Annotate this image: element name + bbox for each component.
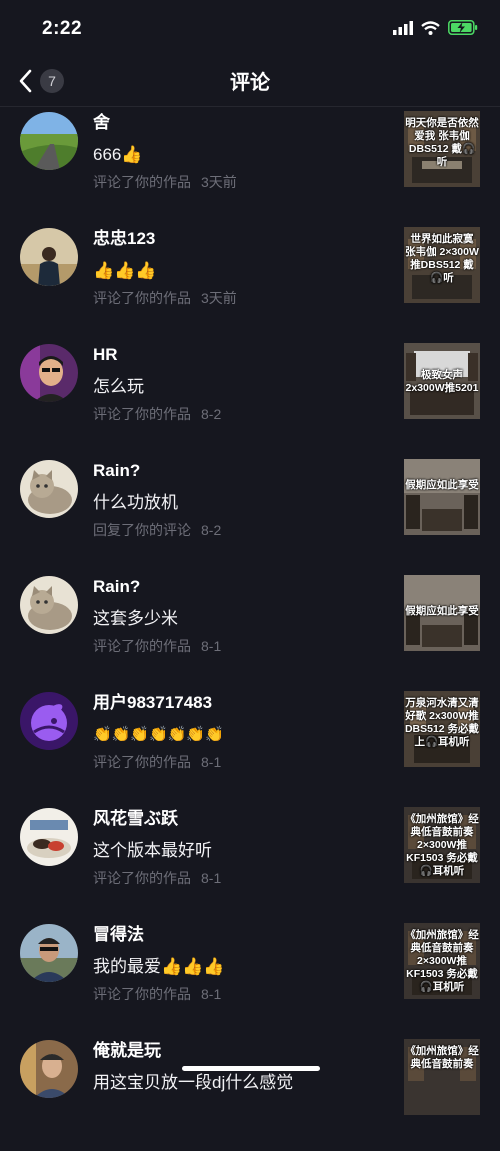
thumbnail-caption: 明天你是否依然爱我 张韦伽 DBS512 戴🎧听 bbox=[405, 117, 479, 168]
signal-icon bbox=[393, 20, 413, 35]
commenter-name[interactable]: Rain? bbox=[93, 459, 383, 483]
commenter-name[interactable]: 用户983717483 bbox=[93, 691, 383, 715]
cat-avatar[interactable] bbox=[20, 576, 78, 634]
video-thumbnail[interactable]: 《加州旅馆》经典低音鼓前奏 2×300W推KF1503 务必戴🎧耳机听 bbox=[404, 807, 480, 883]
thumbnail-caption: 世界如此寂寞 张韦伽 2×300W推DBS512 戴🎧听 bbox=[405, 233, 479, 284]
comment-time: 3天前 bbox=[201, 290, 237, 306]
comment-action: 回复了你的评论 bbox=[93, 522, 191, 538]
list-item[interactable]: 忠忠123 👍👍👍 评论了你的作品 3天前 世界如此寂寞 张韦伽 2×300W推D… bbox=[0, 223, 500, 339]
commenter-name[interactable]: Rain? bbox=[93, 575, 383, 599]
comment-meta: 评论了你的作品 8-1 bbox=[93, 984, 383, 1004]
comment-time: 8-1 bbox=[201, 754, 222, 770]
comment-time: 8-1 bbox=[201, 870, 222, 886]
comment-texts: 冒得法 我的最爱👍👍👍 评论了你的作品 8-1 bbox=[93, 923, 383, 1004]
list-item[interactable]: Rain? 什么功放机 回复了你的评论 8-2 假期应如此享受 bbox=[0, 455, 500, 571]
wifi-icon bbox=[421, 20, 440, 35]
list-item[interactable]: 俺就是玩 用这宝贝放一段dj什么感觉 《加州旅馆》经典低音鼓前奏 bbox=[0, 1035, 500, 1151]
list-item[interactable]: HR 怎么玩 评论了你的作品 8-2 极致女声 2x300W推5201 bbox=[0, 339, 500, 455]
list-item[interactable]: 风花雪ぶ跃 这个版本最好听 评论了你的作品 8-1 《加州旅馆》经典低音鼓前奏 2… bbox=[0, 803, 500, 919]
default-user-avatar[interactable] bbox=[20, 692, 78, 750]
comment-action: 评论了你的作品 bbox=[93, 986, 191, 1002]
video-thumbnail[interactable]: 极致女声 2x300W推5201 bbox=[404, 343, 480, 419]
comment-meta: 评论了你的作品 8-1 bbox=[93, 752, 383, 772]
list-item[interactable]: 冒得法 我的最爱👍👍👍 评论了你的作品 8-1 《加州旅馆》经典低音鼓前奏 2×3… bbox=[0, 919, 500, 1035]
comment-meta: 回复了你的评论 8-2 bbox=[93, 520, 383, 540]
status-time: 2:22 bbox=[42, 18, 83, 39]
comment-texts: HR 怎么玩 评论了你的作品 8-2 bbox=[93, 343, 383, 424]
thumbnail-caption: 极致女声 2x300W推5201 bbox=[405, 369, 479, 394]
video-thumbnail[interactable]: 明天你是否依然爱我 张韦伽 DBS512 戴🎧听 bbox=[404, 111, 480, 187]
comment-texts: Rain? 这套多少米 评论了你的作品 8-1 bbox=[93, 575, 383, 656]
thumbnail-caption: 《加州旅馆》经典低音鼓前奏 bbox=[405, 1045, 479, 1070]
comment-time: 8-1 bbox=[201, 638, 222, 654]
commenter-name[interactable]: 冒得法 bbox=[93, 923, 383, 947]
comment-time: 8-2 bbox=[201, 406, 222, 422]
status-bar: 2:22 bbox=[0, 0, 500, 56]
comment-message: 这套多少米 bbox=[93, 609, 178, 628]
status-icons bbox=[393, 20, 478, 35]
comment-time: 3天前 bbox=[201, 174, 237, 190]
commenter-name[interactable]: 俺就是玩 bbox=[93, 1039, 383, 1063]
comment-action: 评论了你的作品 bbox=[93, 290, 191, 306]
thumbnail-caption: 假期应如此享受 bbox=[405, 605, 479, 617]
video-thumbnail[interactable]: 假期应如此享受 bbox=[404, 575, 480, 651]
commenter-name[interactable]: 风花雪ぶ跃 bbox=[93, 807, 383, 831]
video-thumbnail[interactable]: 假期应如此享受 bbox=[404, 459, 480, 535]
comment-message: 我的最爱👍👍👍 bbox=[93, 957, 225, 976]
comment-action: 评论了你的作品 bbox=[93, 638, 191, 654]
commenter-name[interactable]: 忠忠123 bbox=[93, 227, 383, 251]
comment-time: 8-1 bbox=[201, 986, 222, 1002]
thumbnail-caption: 《加州旅馆》经典低音鼓前奏 2×300W推KF1503 务必戴🎧耳机听 bbox=[405, 929, 479, 993]
person-avatar[interactable] bbox=[20, 1040, 78, 1098]
battery-charging-icon bbox=[448, 20, 478, 35]
landscape-avatar[interactable] bbox=[20, 112, 78, 170]
cat-avatar[interactable] bbox=[20, 460, 78, 518]
commenter-name[interactable]: 舍 bbox=[93, 111, 383, 135]
list-item[interactable]: Rain? 这套多少米 评论了你的作品 8-1 假期应如此享受 bbox=[0, 571, 500, 687]
comment-meta: 评论了你的作品 8-2 bbox=[93, 404, 383, 424]
commenter-name[interactable]: HR bbox=[93, 343, 383, 367]
comment-texts: 风花雪ぶ跃 这个版本最好听 评论了你的作品 8-1 bbox=[93, 807, 383, 888]
video-thumbnail[interactable]: 万泉河水清又清 好歌 2x300W推DBS512 务必戴上🎧耳机听 bbox=[404, 691, 480, 767]
comment-texts: 舍 666👍 评论了你的作品 3天前 bbox=[93, 111, 383, 192]
comment-time: 8-2 bbox=[201, 522, 222, 538]
video-thumbnail[interactable]: 《加州旅馆》经典低音鼓前奏 2×300W推KF1503 务必戴🎧耳机听 bbox=[404, 923, 480, 999]
comment-meta: 评论了你的作品 8-1 bbox=[93, 636, 383, 656]
video-thumbnail[interactable]: 世界如此寂寞 张韦伽 2×300W推DBS512 戴🎧听 bbox=[404, 227, 480, 303]
comment-meta: 评论了你的作品 8-1 bbox=[93, 868, 383, 888]
comment-meta: 评论了你的作品 3天前 bbox=[93, 172, 383, 192]
comment-message: 什么功放机 bbox=[93, 493, 178, 512]
comment-message: 👏👏👏👏👏👏👏 bbox=[93, 726, 224, 743]
comment-action: 评论了你的作品 bbox=[93, 406, 191, 422]
page-title: 评论 bbox=[230, 72, 270, 94]
thumbnail-caption: 万泉河水清又清 好歌 2x300W推DBS512 务必戴上🎧耳机听 bbox=[404, 697, 480, 748]
comment-message: 怎么玩 bbox=[93, 377, 144, 396]
comment-message: 👍👍👍 bbox=[93, 261, 157, 280]
person-avatar[interactable] bbox=[20, 344, 78, 402]
video-thumbnail[interactable]: 《加州旅馆》经典低音鼓前奏 bbox=[404, 1039, 480, 1115]
comment-message: 用这宝贝放一段dj什么感觉 bbox=[93, 1073, 294, 1092]
comment-message: 666👍 bbox=[93, 145, 143, 164]
comment-texts: Rain? 什么功放机 回复了你的评论 8-2 bbox=[93, 459, 383, 540]
comment-texts: 用户983717483 👏👏👏👏👏👏👏 评论了你的作品 8-1 bbox=[93, 691, 383, 772]
comment-list: 舍 666👍 评论了你的作品 3天前 明天你是否依然爱我 张韦伽 DBS512 戴… bbox=[0, 107, 500, 1151]
nav-bar: 7 评论 bbox=[0, 56, 500, 107]
comment-meta: 评论了你的作品 3天前 bbox=[93, 288, 383, 308]
comment-action: 评论了你的作品 bbox=[93, 870, 191, 886]
person-avatar[interactable] bbox=[20, 924, 78, 982]
list-item[interactable]: 舍 666👍 评论了你的作品 3天前 明天你是否依然爱我 张韦伽 DBS512 戴… bbox=[0, 107, 500, 223]
comment-action: 评论了你的作品 bbox=[93, 754, 191, 770]
food-avatar[interactable] bbox=[20, 808, 78, 866]
comment-action: 评论了你的作品 bbox=[93, 174, 191, 190]
person-avatar[interactable] bbox=[20, 228, 78, 286]
home-indicator[interactable] bbox=[182, 1066, 320, 1071]
comment-texts: 忠忠123 👍👍👍 评论了你的作品 3天前 bbox=[93, 227, 383, 308]
thumbnail-caption: 假期应如此享受 bbox=[405, 479, 479, 491]
list-item[interactable]: 用户983717483 👏👏👏👏👏👏👏 评论了你的作品 8-1 万泉河水清又清 好… bbox=[0, 687, 500, 803]
comment-message: 这个版本最好听 bbox=[93, 841, 212, 860]
thumbnail-caption: 《加州旅馆》经典低音鼓前奏 2×300W推KF1503 务必戴🎧耳机听 bbox=[405, 813, 479, 877]
